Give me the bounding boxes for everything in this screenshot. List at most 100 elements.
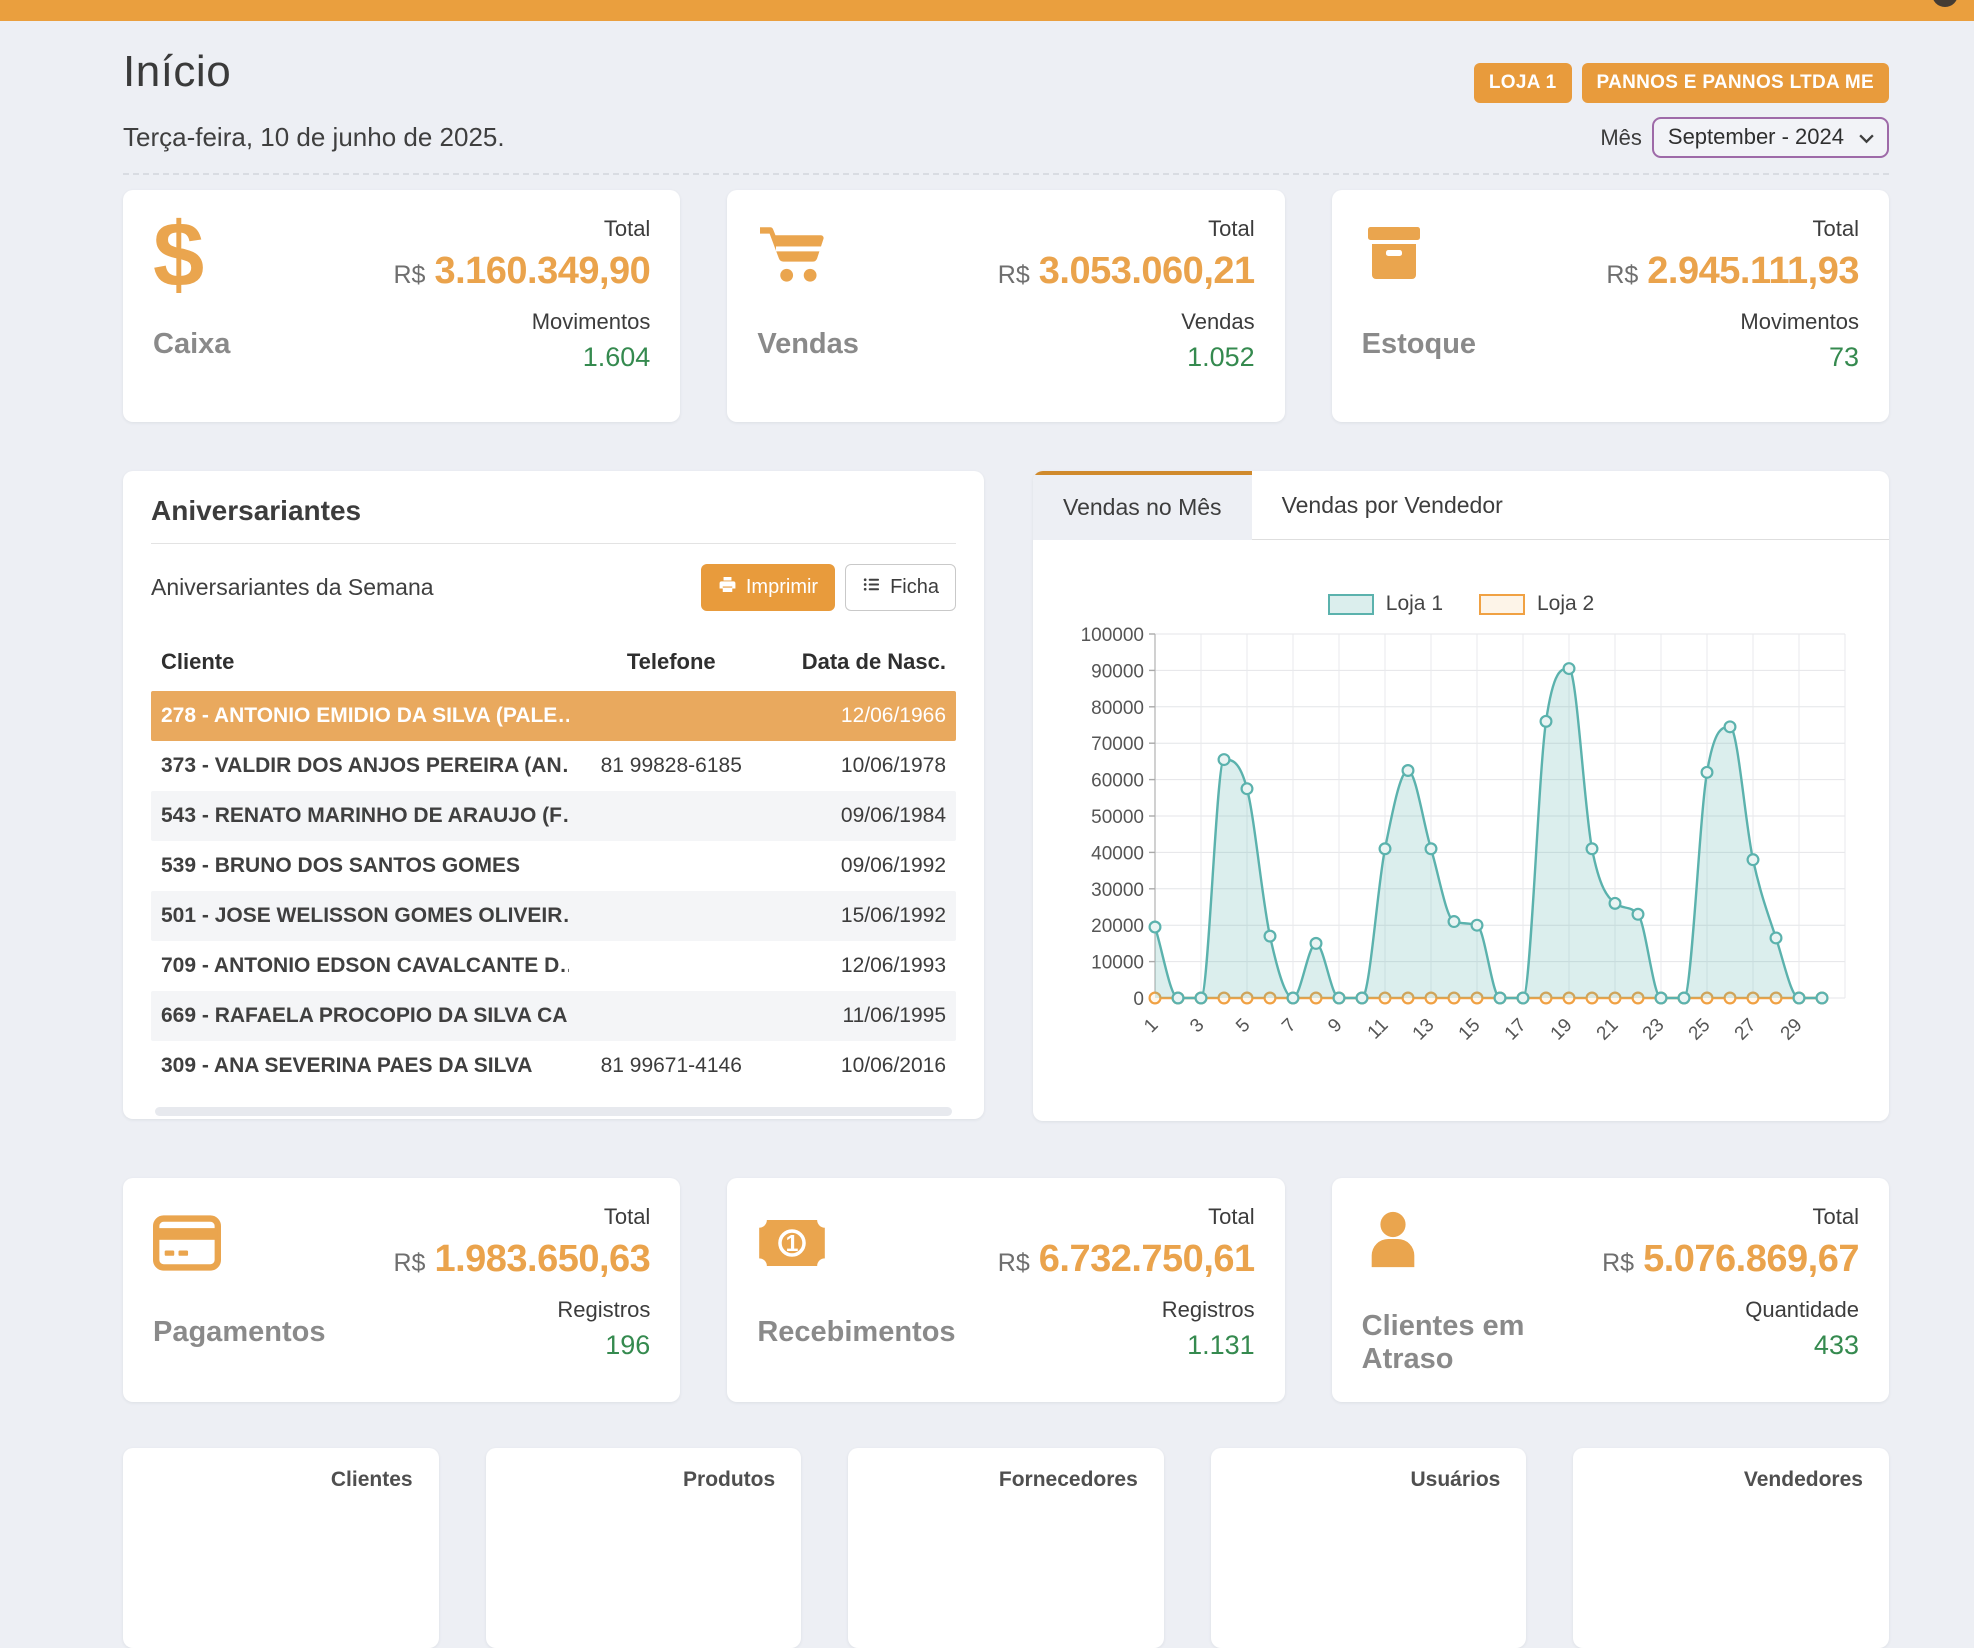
- cell-nascimento: 12/06/1993: [773, 954, 946, 978]
- chart-area: 0100002000030000400005000060000700008000…: [1069, 622, 1889, 1077]
- svg-text:100000: 100000: [1081, 625, 1144, 646]
- svg-text:60000: 60000: [1091, 771, 1144, 792]
- svg-text:1: 1: [786, 1230, 799, 1256]
- legend-swatch: [1479, 594, 1525, 615]
- card-label: Pagamentos: [153, 1316, 325, 1349]
- svg-text:5: 5: [1232, 1015, 1254, 1037]
- card-label: Caixa: [153, 328, 230, 361]
- cell-cliente: 709 - ANTONIO EDSON CAVALCANTE D…: [161, 954, 569, 978]
- table-row[interactable]: 278 - ANTONIO EMIDIO DA SILVA (PALE…12/0…: [151, 691, 956, 741]
- ficha-button[interactable]: Ficha: [845, 564, 956, 611]
- cell-nascimento: 15/06/1992: [773, 904, 946, 928]
- svg-text:29: 29: [1777, 1015, 1807, 1045]
- card-fornecedores: Fornecedores: [848, 1448, 1164, 1648]
- svg-text:23: 23: [1639, 1015, 1669, 1045]
- cell-cliente: 669 - RAFAELA PROCOPIO DA SILVA CA…: [161, 1004, 569, 1028]
- card-clientes-atraso: Clientes em AtrasoTotalR$5.076.869,67Qua…: [1332, 1178, 1889, 1402]
- panels-row: Aniversariantes Aniversariantes da Seman…: [123, 471, 1889, 1121]
- store-badge[interactable]: LOJA 1: [1474, 63, 1572, 103]
- tab-vendas-no-mes[interactable]: Vendas no Mês: [1033, 471, 1252, 540]
- svg-text:3: 3: [1186, 1015, 1208, 1037]
- cell-nascimento: 09/06/1992: [773, 854, 946, 878]
- legend-swatch: [1328, 594, 1374, 615]
- cell-cliente: 501 - JOSE WELISSON GOMES OLIVEIR…: [161, 904, 569, 928]
- page-title: Início: [123, 47, 231, 97]
- money-icon: 1: [757, 1204, 827, 1282]
- legend-item-2[interactable]: Loja 2: [1479, 592, 1594, 616]
- svg-text:13: 13: [1409, 1015, 1439, 1045]
- month-filter: Mês September - 2024: [1600, 117, 1889, 158]
- credit-card-icon: [153, 1204, 221, 1282]
- ficha-button-label: Ficha: [890, 576, 939, 599]
- svg-text:1: 1: [1140, 1015, 1162, 1037]
- svg-text:20000: 20000: [1091, 916, 1144, 937]
- currency-prefix: R$: [998, 261, 1030, 290]
- card-label: Fornecedores: [999, 1468, 1138, 1492]
- user-avatar[interactable]: [1932, 0, 1958, 7]
- svg-text:40000: 40000: [1091, 843, 1144, 864]
- cell-telefone: 81 99671-4146: [569, 1054, 773, 1078]
- company-badge[interactable]: PANNOS E PANNOS LTDA ME: [1582, 63, 1889, 103]
- cell-cliente: 373 - VALDIR DOS ANJOS PEREIRA (AN…: [161, 754, 569, 778]
- table-row[interactable]: 539 - BRUNO DOS SANTOS GOMES 09/06/1992: [151, 841, 956, 891]
- cart-icon: [757, 216, 827, 294]
- card-caixa: $CaixaTotalR$3.160.349,90Movimentos1.604: [123, 190, 680, 422]
- table-row[interactable]: 709 - ANTONIO EDSON CAVALCANTE D… 12/06/1…: [151, 941, 956, 991]
- total-value: 2.945.111,93: [1647, 250, 1859, 293]
- birthdays-table-body: 278 - ANTONIO EMIDIO DA SILVA (PALE…12/0…: [151, 691, 956, 1091]
- header-row: Início LOJA 1 PANNOS E PANNOS LTDA ME: [123, 47, 1889, 103]
- metric-label: Vendas: [1181, 309, 1254, 335]
- card-vendas: VendasTotalR$3.053.060,21Vendas1.052: [727, 190, 1284, 422]
- legend-item-1[interactable]: Loja 1: [1328, 592, 1443, 616]
- column-header-telefone: Telefone: [569, 649, 773, 675]
- card-recebimentos: 1RecebimentosTotalR$6.732.750,61Registro…: [727, 1178, 1284, 1402]
- svg-text:80000: 80000: [1091, 698, 1144, 719]
- legend-label: Loja 1: [1386, 592, 1443, 616]
- svg-text:15: 15: [1455, 1015, 1485, 1045]
- svg-text:19: 19: [1547, 1015, 1577, 1045]
- cell-telefone: 81 99828-6185: [569, 754, 773, 778]
- birthdays-table: Cliente Telefone Data de Nasc. 278 - ANT…: [151, 635, 956, 1091]
- cell-cliente: 543 - RENATO MARINHO DE ARAUJO (F…: [161, 804, 569, 828]
- card-label: Estoque: [1362, 328, 1476, 361]
- card-label: Recebimentos: [757, 1316, 955, 1349]
- table-row[interactable]: 373 - VALDIR DOS ANJOS PEREIRA (AN…81 99…: [151, 741, 956, 791]
- horizontal-scrollbar[interactable]: [155, 1107, 952, 1116]
- total-label: Total: [604, 216, 650, 242]
- metric-value: 1.052: [1187, 342, 1255, 373]
- svg-text:0: 0: [1133, 989, 1144, 1010]
- column-header-cliente: Cliente: [161, 649, 569, 675]
- birthdays-subtitle: Aniversariantes da Semana: [151, 574, 434, 601]
- table-row[interactable]: 309 - ANA SEVERINA PAES DA SILVA81 99671…: [151, 1041, 956, 1091]
- main-content: Início LOJA 1 PANNOS E PANNOS LTDA ME Te…: [123, 47, 1889, 1648]
- card-label: Vendedores: [1744, 1468, 1863, 1492]
- cell-nascimento: 12/06/1966: [773, 704, 946, 728]
- svg-text:21: 21: [1593, 1015, 1623, 1045]
- metric-value: 1.604: [583, 342, 651, 373]
- tab-vendas-por-vendedor[interactable]: Vendas por Vendedor: [1252, 471, 1533, 539]
- metric-label: Movimentos: [1740, 309, 1859, 335]
- svg-text:90000: 90000: [1091, 661, 1144, 682]
- table-row[interactable]: 669 - RAFAELA PROCOPIO DA SILVA CA…11/06…: [151, 991, 956, 1041]
- cell-cliente: 539 - BRUNO DOS SANTOS GOMES: [161, 854, 569, 878]
- total-value: 3.053.060,21: [1039, 250, 1255, 293]
- dollar-icon: $: [153, 216, 204, 294]
- currency-prefix: R$: [998, 1249, 1030, 1278]
- card-usuarios: Usuários: [1211, 1448, 1527, 1648]
- stat-cards-row-1: $CaixaTotalR$3.160.349,90Movimentos1.604…: [123, 190, 1889, 422]
- total-label: Total: [1208, 216, 1254, 242]
- metric-value: 433: [1814, 1330, 1859, 1361]
- month-label: Mês: [1600, 125, 1642, 151]
- month-select[interactable]: September - 2024: [1652, 117, 1889, 158]
- currency-prefix: R$: [393, 261, 425, 290]
- table-row[interactable]: 501 - JOSE WELISSON GOMES OLIVEIR… 15/06/…: [151, 891, 956, 941]
- total-label: Total: [1208, 1204, 1254, 1230]
- metric-label: Registros: [557, 1297, 650, 1323]
- current-date: Terça-feira, 10 de junho de 2025.: [123, 122, 505, 153]
- print-button[interactable]: Imprimir: [701, 564, 835, 611]
- sales-line-chart: 0100002000030000400005000060000700008000…: [1069, 622, 1879, 1072]
- total-value: 5.076.869,67: [1643, 1238, 1859, 1281]
- list-icon: [862, 575, 881, 600]
- birthdays-title: Aniversariantes: [151, 495, 956, 544]
- table-row[interactable]: 543 - RENATO MARINHO DE ARAUJO (F…09/06/…: [151, 791, 956, 841]
